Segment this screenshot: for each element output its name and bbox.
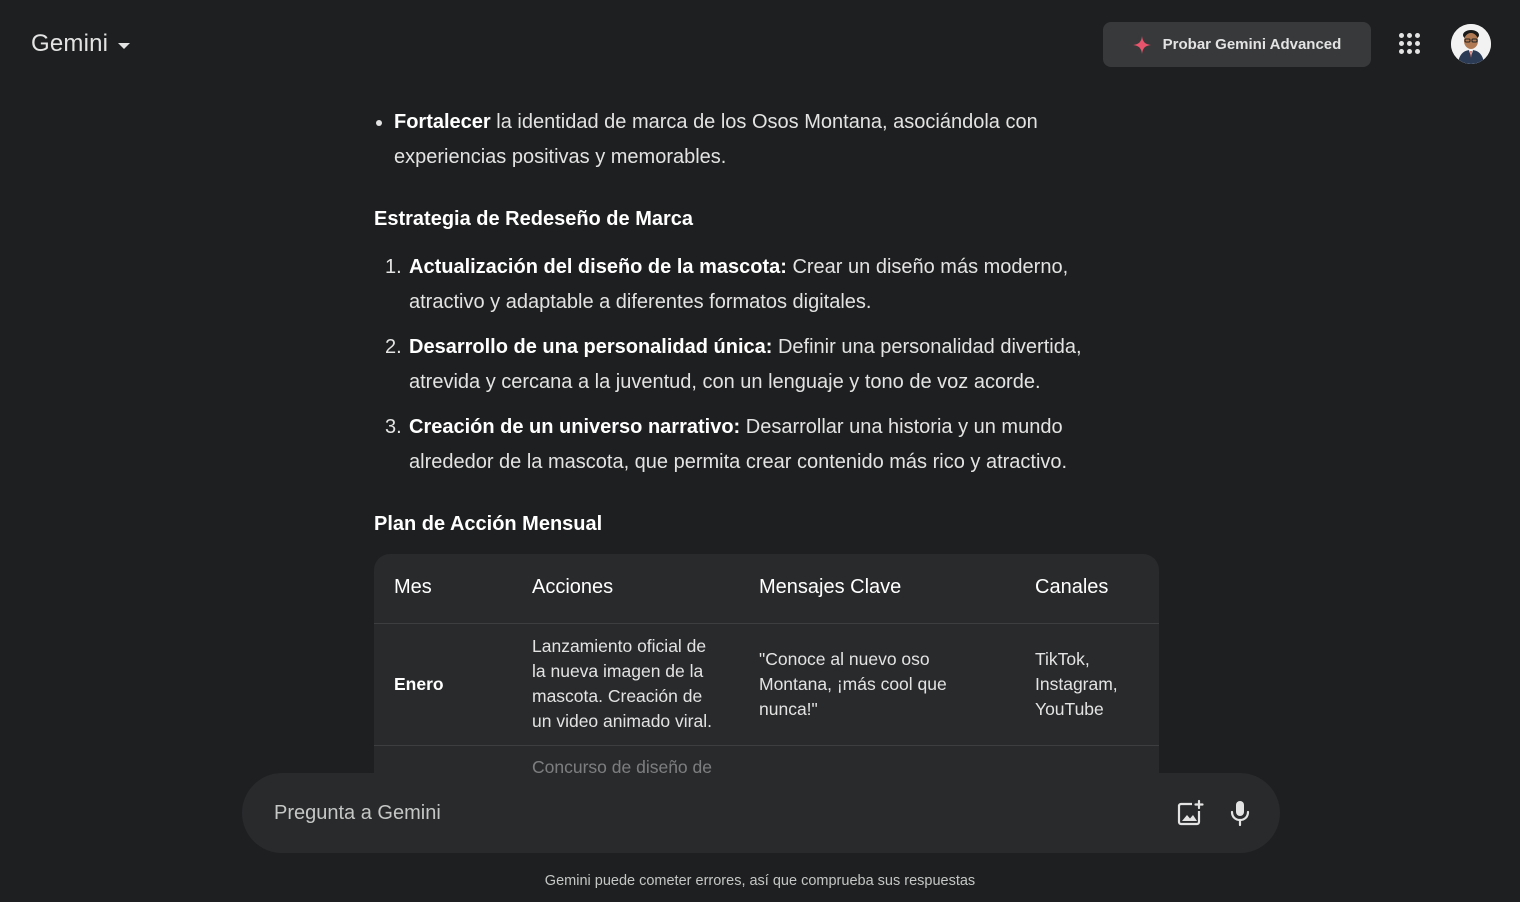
list-number: 3. xyxy=(385,416,402,438)
list-item: 1. Actualización del diseño de la mascot… xyxy=(374,250,1104,320)
chevron-down-icon xyxy=(118,42,131,49)
bullet-bold: Fortalecer xyxy=(394,111,491,133)
google-apps-icon[interactable] xyxy=(1399,33,1421,55)
item-bold: Creación de un universo narrativo: xyxy=(409,416,741,438)
item-bold: Actualización del diseño de la mascota: xyxy=(409,256,787,278)
item-text: atrevida y cercana a la juventud, con un… xyxy=(409,371,1041,393)
table-cell: "Conoce al nuevo oso Montana, ¡más cool … xyxy=(759,649,947,719)
table-cell: Concurso de diseño de xyxy=(532,757,712,773)
avatar[interactable] xyxy=(1451,24,1491,64)
microphone-icon[interactable] xyxy=(1224,797,1256,829)
item-text: Desarrollar una historia y un mundo xyxy=(740,416,1063,438)
table-cell: Enero xyxy=(394,674,444,694)
strategy-list: 1. Actualización del diseño de la mascot… xyxy=(374,250,1104,490)
avatar-picture xyxy=(1451,24,1491,64)
column-header: Mes xyxy=(394,576,432,598)
row-divider xyxy=(374,745,1159,746)
list-item: Fortalecer la identidad de marca de los … xyxy=(374,105,1074,175)
plan-heading: Plan de Acción Mensual xyxy=(374,513,603,535)
bullet-line-1: Fortalecer la identidad de marca de los … xyxy=(374,105,1074,140)
disclaimer: Gemini puede cometer errores, así que co… xyxy=(544,873,976,889)
bullet-text: la identidad de marca de los Osos Montan… xyxy=(490,111,1038,133)
list-number: 1. xyxy=(385,256,402,278)
prompt-bar xyxy=(242,773,1280,853)
table-cell: Lanzamiento oficial de la nueva imagen d… xyxy=(532,636,712,731)
table-cell: TikTok, Instagram, YouTube xyxy=(1035,649,1118,719)
bullet-line-2: experiencias positivas y memorables. xyxy=(394,146,727,168)
column-header: Mensajes Clave xyxy=(759,576,902,598)
try-gemini-advanced-button[interactable]: Probar Gemini Advanced xyxy=(1103,22,1371,67)
brand-name: Gemini xyxy=(31,30,109,57)
model-selector[interactable]: Gemini xyxy=(31,30,131,58)
action-plan-table: Mes Acciones Mensajes Clave Canales Ener… xyxy=(374,554,1159,773)
bullet-dot xyxy=(376,120,382,126)
strategy-heading: Estrategia de Redeseño de Marca xyxy=(374,208,694,230)
sparkle-icon xyxy=(1132,35,1151,54)
item-bold: Desarrollo de una personalidad única: xyxy=(409,336,773,358)
add-image-icon[interactable] xyxy=(1174,797,1206,829)
item-text: Crear un diseño más moderno, xyxy=(786,256,1069,278)
list-item: 2. Desarrollo de una personalidad única:… xyxy=(374,330,1104,400)
top-bar: Gemini Probar Gemini Advanced xyxy=(0,0,1520,90)
list-number: 2. xyxy=(385,336,402,358)
table-header-row: Mes Acciones Mensajes Clave Canales xyxy=(374,554,1159,624)
list-item: 3. Creación de un universo narrativo: De… xyxy=(374,410,1104,480)
response-content: Fortalecer la identidad de marca de los … xyxy=(374,90,1159,773)
prompt-input[interactable] xyxy=(274,797,1154,829)
item-text: atractivo y adaptable a diferentes forma… xyxy=(409,291,872,313)
item-text: Definir una personalidad divertida, xyxy=(772,336,1082,358)
column-header: Acciones xyxy=(532,576,614,598)
column-header: Canales xyxy=(1035,576,1109,598)
try-gemini-advanced-label: Probar Gemini Advanced xyxy=(1162,36,1342,53)
item-text: alrededor de la mascota, que permita cre… xyxy=(409,451,1068,473)
